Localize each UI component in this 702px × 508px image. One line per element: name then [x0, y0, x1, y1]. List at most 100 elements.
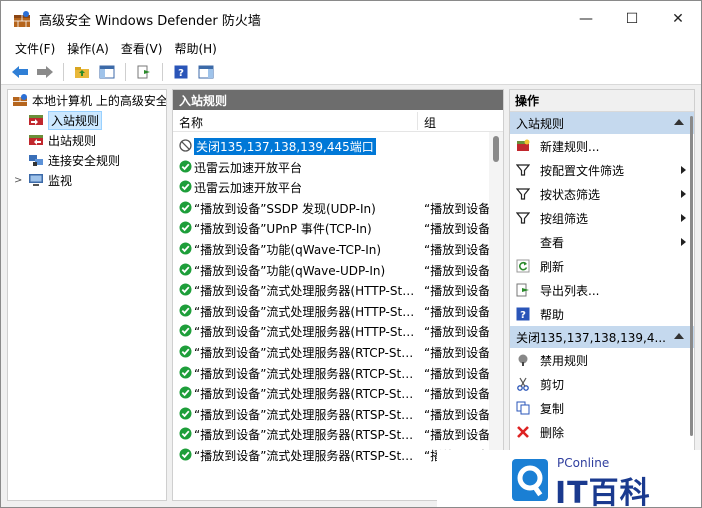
new-rule-icon	[516, 139, 530, 153]
action-label: 新建规则...	[540, 139, 600, 154]
firewall-root-icon	[13, 94, 27, 106]
tree-item-connection-security-rules[interactable]: 连接安全规则	[28, 150, 120, 170]
action-item[interactable]: 刷新	[510, 254, 694, 278]
firewall-window: 高级安全 Windows Defender 防火墙 — ☐ ✕ 文件(F) 操作…	[0, 0, 702, 508]
back-button[interactable]	[9, 62, 31, 82]
table-row[interactable]: 关闭135,137,138,139,445端口	[173, 136, 489, 157]
scrollbar-thumb[interactable]	[493, 136, 499, 162]
action-label: 查看	[540, 235, 565, 250]
table-row[interactable]: “播放到设备”流式处理服务器(RTCP-Stre... “播放到设备	[173, 363, 490, 384]
column-divider[interactable]	[417, 112, 418, 130]
submenu-arrow-icon	[681, 166, 686, 174]
actions-section-inbound[interactable]: 入站规则	[510, 112, 694, 134]
refresh-icon	[516, 259, 530, 273]
actions-section-selected-rule[interactable]: 关闭135,137,138,139,4...	[510, 326, 694, 348]
table-row[interactable]: “播放到设备”流式处理服务器(RTCP-Stre... “播放到设备	[173, 383, 490, 404]
show-action-pane-button[interactable]	[195, 62, 217, 82]
table-row[interactable]: “播放到设备”流式处理服务器(RTCP-Stre... “播放到设备	[173, 342, 490, 363]
action-item[interactable]: 禁用规则	[510, 348, 694, 372]
action-item[interactable]: 剪切	[510, 372, 694, 396]
rule-group: “播放到设备	[424, 242, 490, 257]
menu-bar: 文件(F) 操作(A) 查看(V) 帮助(H)	[1, 37, 701, 59]
table-row[interactable]: 迅雷云加速开放平台	[173, 157, 489, 178]
action-item[interactable]: 按状态筛选	[510, 182, 694, 206]
help-button[interactable]: ?	[170, 62, 192, 82]
menu-help[interactable]: 帮助(H)	[168, 40, 222, 57]
pconline-logo-icon	[512, 459, 548, 501]
up-level-button[interactable]	[71, 62, 93, 82]
actions-pane: 操作 入站规则 新建规则... 按配置文件筛选 按状态筛选 按组筛选 查看 刷新 导出列表.…	[509, 89, 695, 501]
action-item[interactable]: 删除	[510, 420, 694, 444]
firewall-app-icon	[14, 11, 30, 27]
allowed-icon	[179, 304, 192, 317]
submenu-arrow-icon	[681, 214, 686, 222]
tree-item-monitoring[interactable]: > 监视	[14, 170, 72, 190]
tree-item-outbound-rules[interactable]: 出站规则	[28, 130, 96, 150]
table-row[interactable]: 迅雷云加速开放平台	[173, 177, 489, 198]
action-item[interactable]: ? 帮助	[510, 302, 694, 326]
export-icon	[516, 283, 530, 297]
table-row[interactable]: “播放到设备”流式处理服务器(HTTP-Stre... “播放到设备	[173, 280, 490, 301]
rule-group: “播放到设备	[424, 345, 490, 360]
table-row[interactable]: “播放到设备”流式处理服务器(HTTP-Stre... “播放到设备	[173, 321, 490, 342]
action-label: 删除	[540, 425, 565, 440]
inbound-actions-list: 新建规则... 按配置文件筛选按状态筛选按组筛选查看刷新导出列表... ? 帮助	[510, 134, 694, 326]
export-list-button[interactable]	[133, 62, 155, 82]
table-row[interactable]: “播放到设备”流式处理服务器(RTSP-Stre... “播放到设备	[173, 424, 490, 445]
rule-name: “播放到设备”流式处理服务器(HTTP-Stre...	[194, 304, 416, 319]
close-button[interactable]: ✕	[655, 1, 701, 37]
scrollbar-thumb[interactable]	[690, 116, 693, 436]
rules-scrollbar[interactable]	[489, 132, 503, 500]
table-row[interactable]: “播放到设备”流式处理服务器(HTTP-Stre... “播放到设备	[173, 301, 490, 322]
column-header-group[interactable]: 组	[424, 114, 436, 131]
submenu-arrow-icon	[681, 190, 686, 198]
action-label: 按配置文件筛选	[540, 163, 625, 178]
svg-text:?: ?	[178, 68, 184, 79]
table-row[interactable]: “播放到设备”SSDP 发现(UDP-In) “播放到设备	[173, 198, 490, 219]
blank-icon	[516, 235, 530, 249]
collapse-caret-icon[interactable]	[674, 119, 684, 125]
table-row[interactable]: “播放到设备”功能(qWave-UDP-In) “播放到设备	[173, 260, 490, 281]
show-hide-tree-button[interactable]	[96, 62, 118, 82]
allowed-icon	[179, 160, 192, 173]
menu-action[interactable]: 操作(A)	[61, 40, 115, 57]
action-item[interactable]: 按组筛选	[510, 206, 694, 230]
export-list-icon	[137, 65, 150, 78]
action-pane-icon	[198, 65, 214, 78]
action-item[interactable]: 复制	[510, 396, 694, 420]
action-item[interactable]: 新建规则...	[510, 134, 694, 158]
action-item[interactable]: 按配置文件筛选	[510, 158, 694, 182]
allowed-icon	[179, 283, 192, 296]
action-label: 按组筛选	[540, 211, 589, 226]
column-header-name[interactable]: 名称	[179, 114, 203, 131]
action-item[interactable]: 导出列表...	[510, 278, 694, 302]
table-row[interactable]: “播放到设备”功能(qWave-TCP-In) “播放到设备	[173, 239, 490, 260]
outbound-rules-icon	[29, 135, 43, 145]
allowed-icon	[179, 180, 192, 193]
tree-root[interactable]: 本地计算机 上的高级安全	[12, 90, 166, 110]
forward-button[interactable]	[34, 62, 56, 82]
actions-scrollbar[interactable]	[688, 112, 694, 500]
menu-view[interactable]: 查看(V)	[115, 40, 169, 57]
action-label: 导出列表...	[540, 283, 600, 298]
collapse-caret-icon[interactable]	[674, 333, 684, 339]
minimize-button[interactable]: —	[563, 1, 609, 37]
rule-name: “播放到设备”流式处理服务器(RTCP-Stre...	[194, 387, 416, 402]
filter-icon	[515, 211, 531, 225]
table-row[interactable]: “播放到设备”流式处理服务器(RTSP-Stre... “播放到设备	[173, 404, 490, 425]
menu-file[interactable]: 文件(F)	[9, 40, 61, 57]
action-label: 剪切	[540, 377, 565, 392]
table-row[interactable]: “播放到设备”UPnP 事件(TCP-In) “播放到设备	[173, 218, 490, 239]
rule-group: “播放到设备	[424, 284, 490, 299]
rule-name: 关闭135,137,138,139,445端口	[193, 137, 377, 156]
action-item[interactable]: 查看	[510, 230, 694, 254]
rule-name: “播放到设备”SSDP 发现(UDP-In)	[194, 201, 376, 216]
tree-item-inbound-rules[interactable]: 入站规则	[28, 110, 103, 130]
help-icon: ?	[174, 65, 188, 79]
expand-chevron-icon[interactable]: >	[14, 175, 24, 186]
forward-arrow-icon	[37, 65, 53, 78]
back-arrow-icon	[12, 65, 28, 78]
rule-name: “播放到设备”流式处理服务器(RTSP-Stre...	[194, 448, 416, 463]
window-title: 高级安全 Windows Defender 防火墙	[39, 13, 261, 29]
maximize-button[interactable]: ☐	[609, 1, 655, 37]
